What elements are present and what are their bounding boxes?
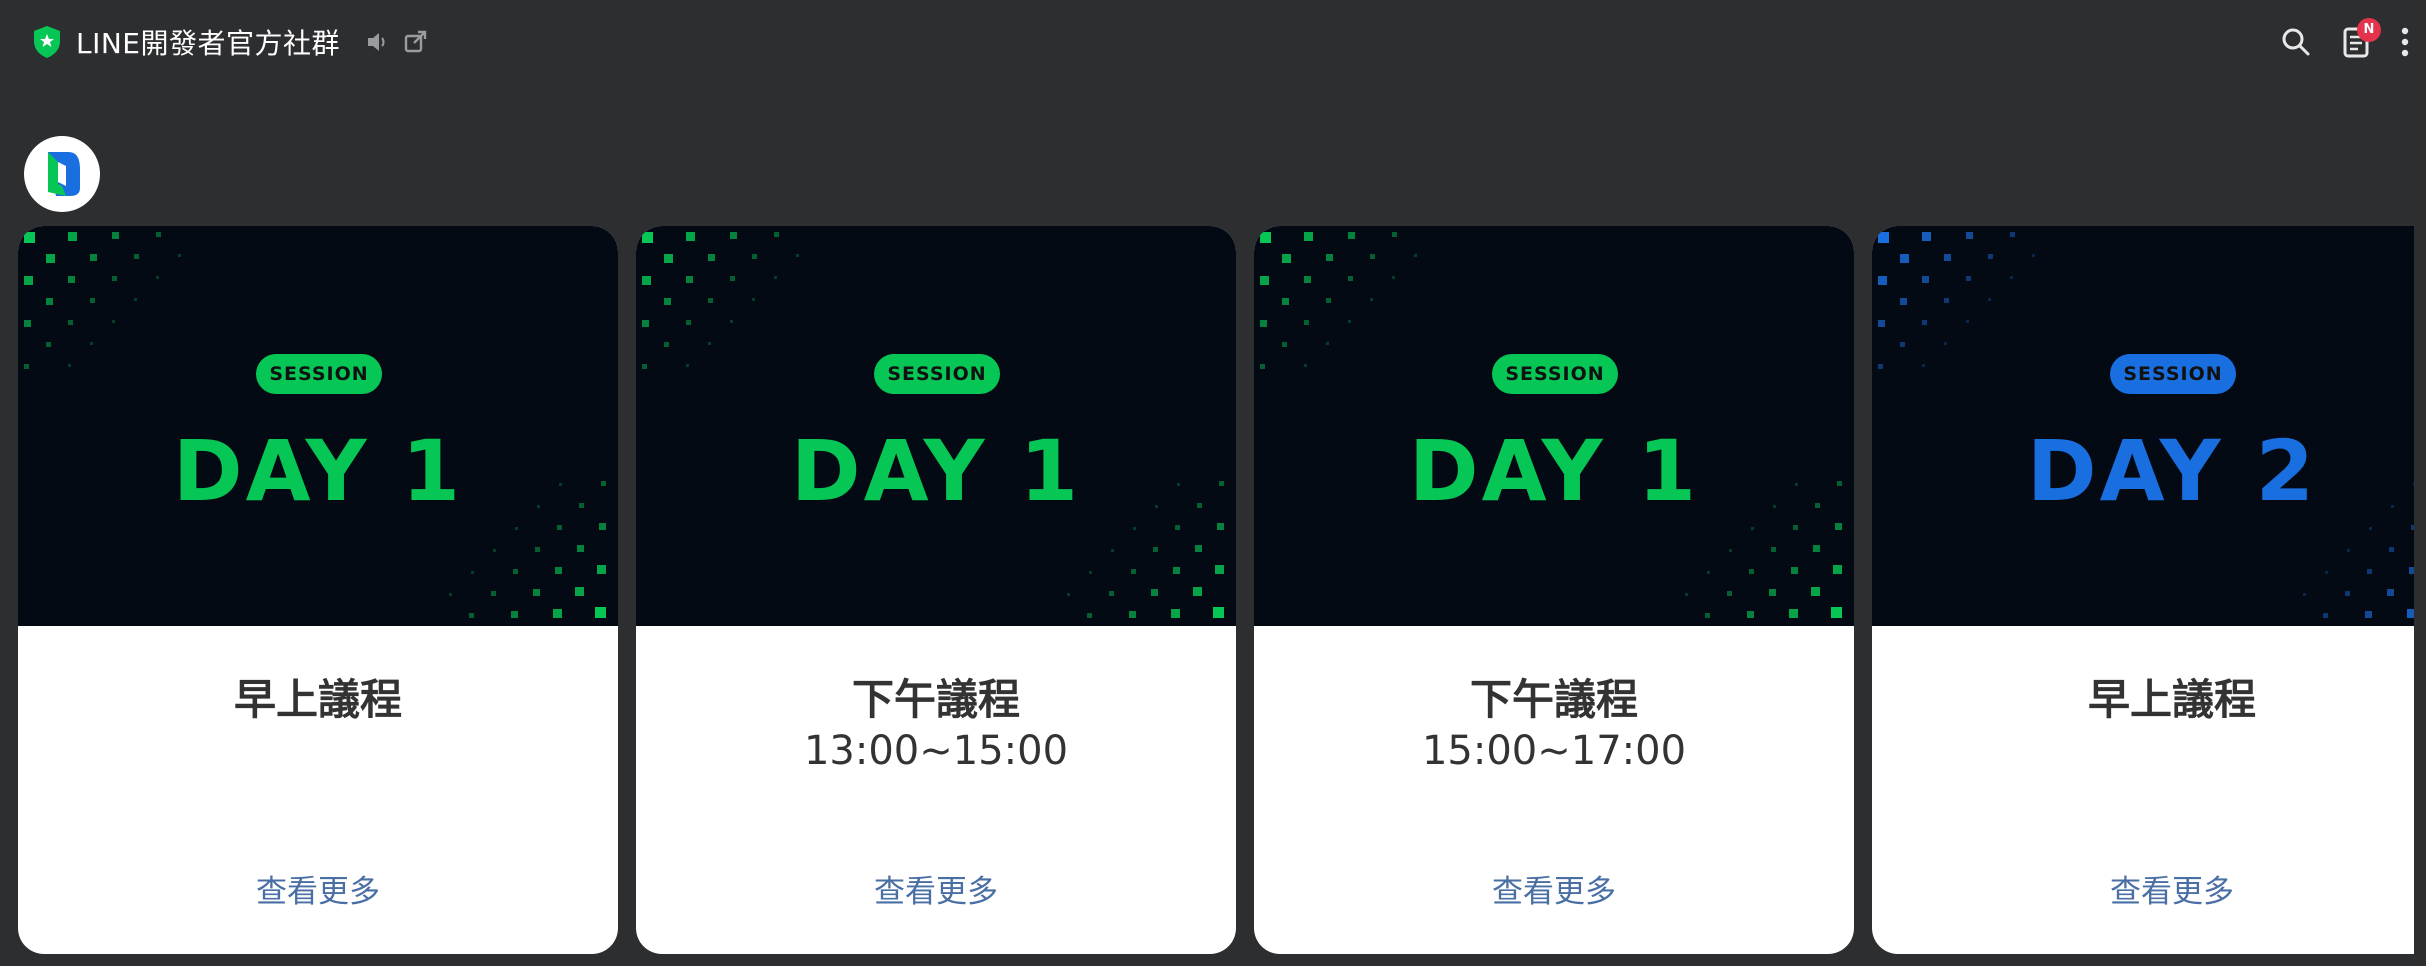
session-title: 早上議程 bbox=[2087, 675, 2256, 724]
view-more-link[interactable]: 查看更多 bbox=[636, 866, 1236, 911]
chat-title-group: LINE開發者官方社群 bbox=[32, 22, 430, 62]
notes-badge: N bbox=[2357, 18, 2381, 42]
day-label: DAY 2 bbox=[2026, 422, 2318, 520]
session-title: 下午議程 bbox=[1469, 675, 1638, 724]
session-pill: SESSION bbox=[2110, 354, 2236, 394]
session-card[interactable]: SESSION DAY 1 早上議程 查看更多 bbox=[18, 226, 618, 954]
verified-shield-icon bbox=[34, 26, 60, 58]
view-more-link[interactable]: 查看更多 bbox=[1872, 866, 2414, 911]
avatar[interactable] bbox=[24, 136, 100, 212]
session-banner: SESSION DAY 1 bbox=[18, 226, 618, 626]
session-card[interactable]: SESSION DAY 2 早上議程 查看更多 bbox=[1872, 226, 2414, 954]
session-pill: SESSION bbox=[874, 354, 1000, 394]
session-time: 15:00~17:00 bbox=[1421, 728, 1687, 774]
session-title: 早上議程 bbox=[233, 675, 402, 724]
session-card[interactable]: SESSION DAY 1 下午議程 13:00~15:00 查看更多 bbox=[636, 226, 1236, 954]
day-label: DAY 1 bbox=[1408, 422, 1700, 520]
session-carousel: SESSION DAY 1 早上議程 查看更多 SESSION DAY 1 下午… bbox=[0, 226, 2414, 956]
view-more-link[interactable]: 查看更多 bbox=[1254, 866, 1854, 911]
session-title: 下午議程 bbox=[851, 675, 1020, 724]
view-more-link[interactable]: 查看更多 bbox=[18, 866, 618, 911]
session-pill: SESSION bbox=[256, 354, 382, 394]
external-link-icon[interactable] bbox=[402, 28, 430, 56]
search-icon[interactable] bbox=[2278, 24, 2314, 60]
session-card[interactable]: SESSION DAY 1 下午議程 15:00~17:00 查看更多 bbox=[1254, 226, 1854, 954]
line-developers-logo bbox=[48, 152, 80, 196]
day-label: DAY 1 bbox=[790, 422, 1082, 520]
session-pill: SESSION bbox=[1492, 354, 1618, 394]
session-banner: SESSION DAY 1 bbox=[636, 226, 1236, 626]
session-banner: SESSION DAY 1 bbox=[1254, 226, 1854, 626]
speaker-icon[interactable] bbox=[364, 28, 392, 56]
more-vertical-icon[interactable] bbox=[2390, 24, 2420, 60]
session-time: 13:00~15:00 bbox=[803, 728, 1069, 774]
chat-title[interactable]: LINE開發者官方社群 bbox=[76, 22, 340, 62]
day-label: DAY 1 bbox=[172, 422, 464, 520]
session-banner: SESSION DAY 2 bbox=[1872, 226, 2414, 626]
top-bar: LINE開發者官方社群 N bbox=[0, 0, 2426, 86]
